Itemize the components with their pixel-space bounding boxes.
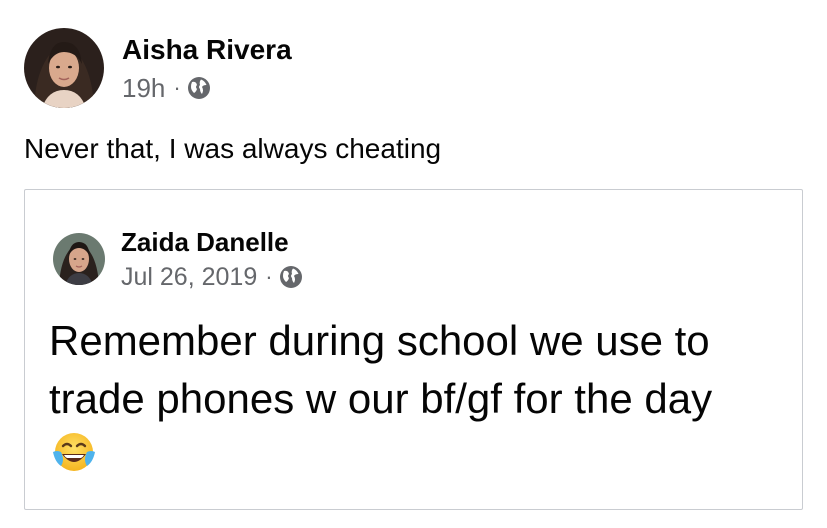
profile-photo [24,28,104,108]
face-with-tears-of-joy-icon [53,433,95,471]
shared-post-header: Zaida Danelle Jul 26, 2019 · [53,226,303,292]
globe-icon [279,265,303,289]
shared-post-meta: Jul 26, 2019 · [121,262,303,292]
shared-profile-photo [53,233,105,285]
post-header: Aisha Rivera 19h · [24,28,292,108]
shared-post-text: Remember during school we use to trade p… [49,317,713,422]
shared-post-timestamp[interactable]: Jul 26, 2019 [121,262,257,292]
shared-author-name[interactable]: Zaida Danelle [121,226,303,258]
author-name[interactable]: Aisha Rivera [122,33,292,67]
globe-icon [187,76,211,100]
shared-post-card[interactable]: Zaida Danelle Jul 26, 2019 · Remember du… [24,189,803,510]
shared-avatar[interactable] [53,233,105,285]
meta-separator: · [173,75,181,100]
post-meta: 19h · [122,73,292,103]
shared-header-text: Zaida Danelle Jul 26, 2019 · [121,226,303,292]
post-timestamp[interactable]: 19h [122,73,165,103]
avatar[interactable] [24,28,104,108]
post-header-text: Aisha Rivera 19h · [122,33,292,103]
shared-meta-separator: · [265,264,273,289]
post-text: Never that, I was always cheating [24,133,442,164]
